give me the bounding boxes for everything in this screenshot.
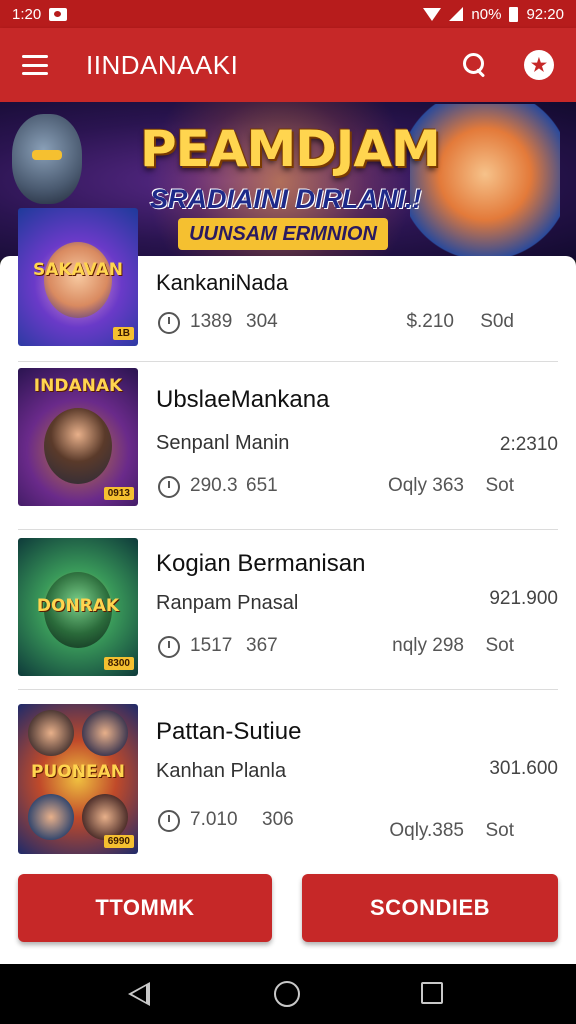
status-bar: 1:20 n0% 92:20 — [0, 0, 576, 28]
clock-icon — [158, 636, 180, 658]
list-item[interactable]: SAKAVAN 1B KankaniNada 1389 304 $.210 S0… — [18, 208, 558, 362]
thumbnail-character — [28, 710, 74, 756]
item-meta: 7.010 306 Oqly.385 Sot — [156, 808, 558, 841]
item-plays: 290.3 — [190, 475, 238, 496]
thumbnail-character — [44, 242, 112, 318]
item-tag: Oqly.385 — [389, 820, 464, 841]
system-nav-bar — [0, 964, 576, 1024]
game-thumbnail: DONRAK 8300 — [18, 538, 138, 676]
item-price: 921.900 — [489, 588, 558, 609]
clock-icon — [158, 312, 180, 334]
clock-icon — [158, 476, 180, 498]
thumbnail-badge: 0913 — [103, 487, 134, 500]
item-meta: 1517 367 nqly 298 Sot — [156, 634, 558, 660]
game-thumbnail: SAKAVAN 1B — [18, 208, 138, 346]
item-size: 304 — [246, 311, 278, 332]
item-size: 306 — [262, 809, 294, 830]
item-plays: 7.010 — [190, 809, 238, 830]
battery-text: n0% — [471, 5, 502, 23]
thumbnail-character — [82, 710, 128, 756]
list-item[interactable]: INDANAK 0913 UbslaeMankana Senpanl Manin… — [18, 362, 558, 530]
search-icon[interactable] — [462, 52, 488, 78]
banner-mask-art — [12, 114, 82, 204]
item-subtitle: Senpanl Manin — [156, 432, 290, 454]
profile-icon[interactable]: ★ — [524, 50, 554, 80]
app-bar: IINDANAAKI ★ — [0, 28, 576, 102]
thumbnail-character — [44, 408, 112, 484]
item-title: UbslaeMankana — [156, 386, 330, 413]
game-thumbnail: INDANAK 0913 — [18, 368, 138, 506]
thumbnail-badge: 6990 — [103, 835, 134, 848]
item-title: Pattan-Sutiue — [156, 718, 302, 745]
banner-tagline: UUNSAM ERMNION — [178, 218, 388, 250]
thumbnail-character — [28, 794, 74, 840]
status-clock: 92:20 — [526, 5, 564, 23]
thumbnail-title: INDANAK — [33, 376, 123, 396]
item-meta: 290.3 651 Oqly 363 Sot — [156, 474, 558, 500]
status-time: 1:20 — [12, 5, 42, 23]
clock-icon — [158, 810, 180, 832]
app-title: IINDANAAKI — [86, 49, 239, 80]
item-price: 2:2310 — [499, 434, 558, 455]
item-meta: 1389 304 $.210 S0d — [156, 310, 558, 336]
item-tag: Oqly 363 — [387, 475, 464, 496]
signal-icon — [449, 7, 464, 21]
item-price: 301.600 — [489, 758, 558, 779]
right-action-button[interactable]: SCONDIEB — [302, 874, 558, 942]
thumbnail-title: DONRAK — [36, 596, 120, 616]
item-subtitle: Ranpam Pnasal — [156, 592, 299, 614]
item-tag: nqly 298 — [392, 635, 464, 656]
item-sort: S0d — [480, 311, 514, 332]
game-thumbnail: PUONEAN 6990 — [18, 704, 138, 854]
item-sort: Sot — [485, 475, 514, 496]
game-list: SAKAVAN 1B KankaniNada 1389 304 $.210 S0… — [0, 208, 576, 964]
item-tag: $.210 — [406, 311, 454, 332]
thumbnail-badge: 1B — [113, 327, 134, 340]
home-icon[interactable] — [274, 981, 300, 1007]
thumbnail-character — [82, 794, 128, 840]
wifi-icon — [423, 7, 442, 21]
banner-subtitle: SRADIAINI DIRLANI.! — [150, 184, 422, 214]
thumbnail-title: PUONEAN — [31, 762, 125, 782]
item-plays: 1517 — [190, 635, 233, 656]
item-title: KankaniNada — [156, 270, 289, 295]
list-item[interactable]: DONRAK 8300 Kogian Bermanisan Ranpam Pna… — [18, 530, 558, 690]
left-action-button[interactable]: TTOMMK — [18, 874, 272, 942]
item-size: 651 — [246, 475, 278, 496]
banner-title: PEAMDJAM — [140, 120, 441, 178]
thumbnail-badge: 8300 — [103, 657, 134, 670]
message-icon — [49, 7, 68, 21]
item-plays: 1389 — [190, 311, 233, 332]
item-title: Kogian Bermanisan — [156, 550, 366, 577]
recent-apps-icon[interactable] — [421, 982, 443, 1004]
battery-icon — [509, 6, 519, 22]
item-subtitle: Kanhan Planla — [156, 760, 287, 782]
item-size: 367 — [246, 635, 278, 656]
item-sort: Sot — [485, 820, 514, 841]
menu-icon[interactable] — [22, 55, 48, 75]
back-icon[interactable] — [128, 982, 150, 1006]
thumbnail-title: SAKAVAN — [33, 260, 123, 280]
item-sort: Sot — [485, 635, 514, 656]
list-item[interactable]: PUONEAN 6990 Pattan-Sutiue Kanhan Planla… — [18, 690, 558, 858]
